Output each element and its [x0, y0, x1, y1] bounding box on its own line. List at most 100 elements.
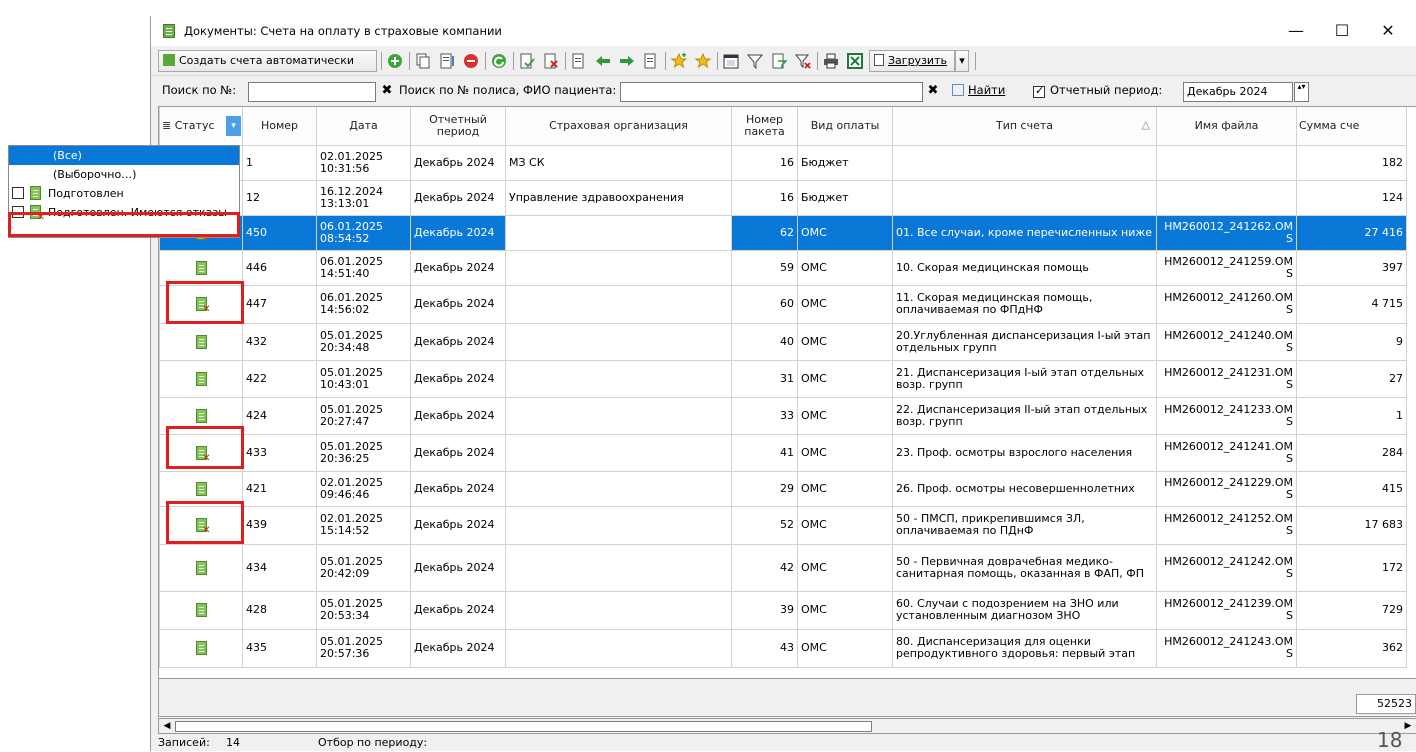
- period-cell: Декабрь 2024: [410, 249, 506, 286]
- column-date[interactable]: Дата: [316, 107, 411, 146]
- arrow-right-icon[interactable]: [619, 53, 635, 69]
- star-add-icon[interactable]: [671, 53, 687, 69]
- file-name-cell: HM260012_241260.OMS: [1156, 284, 1297, 324]
- print-icon[interactable]: [823, 53, 839, 69]
- star-icon[interactable]: [695, 53, 711, 69]
- refresh-icon[interactable]: [491, 53, 507, 69]
- horizontal-scrollbar[interactable]: ◀ ▶: [158, 718, 1416, 734]
- invoice-type-cell: 60. Случаи с подозрением на ЗНО или уста…: [892, 590, 1157, 630]
- maximize-button[interactable]: ☐: [1319, 20, 1365, 42]
- clear-number-search-icon[interactable]: ✖: [380, 83, 394, 99]
- status-cell: [159, 628, 243, 668]
- minimize-button[interactable]: —: [1273, 20, 1319, 42]
- column-number[interactable]: Номер: [242, 107, 317, 146]
- table-row[interactable]: 435 05.01.2025 20:57:36 Декабрь 2024 43 ОМС 8…: [159, 628, 1407, 668]
- table-row[interactable]: 446 06.01.2025 14:51:40 Декабрь 2024 59 ОМС 1…: [159, 249, 1407, 286]
- filter-option-all[interactable]: (Все): [9, 146, 239, 165]
- table-row[interactable]: ✕ 439 02.01.2025 15:14:52 Декабрь 2024 52 ОМС…: [159, 505, 1407, 545]
- approve-icon[interactable]: [519, 53, 535, 69]
- highlight-box: [166, 501, 244, 544]
- filter-checkbox-prepared[interactable]: [12, 187, 24, 199]
- doc-prepared-icon: [195, 260, 207, 275]
- column-file-name[interactable]: Имя файла: [1156, 107, 1297, 146]
- close-button[interactable]: ✕: [1365, 20, 1411, 42]
- auto-create-button[interactable]: Создать счета автоматически: [158, 50, 377, 72]
- filter-icon[interactable]: [747, 53, 763, 69]
- filter-edit-icon[interactable]: [771, 53, 787, 69]
- filter-clear-icon[interactable]: [795, 53, 811, 69]
- column-insurer[interactable]: Страховая организация: [505, 107, 732, 146]
- sum-cell: 397: [1296, 249, 1407, 286]
- table-row[interactable]: ✕ 433 05.01.2025 20:36:25 Декабрь 2024 41 ОМС…: [159, 433, 1407, 472]
- table-row[interactable]: 422 05.01.2025 10:43:01 Декабрь 2024 31 ОМС 2…: [159, 359, 1407, 398]
- excel-icon[interactable]: [847, 53, 863, 69]
- reject-icon[interactable]: [543, 53, 559, 69]
- table-row[interactable]: ✕ 447 06.01.2025 14:56:02 Декабрь 2024 60 ОМС…: [159, 284, 1407, 324]
- period-checkbox[interactable]: [1033, 84, 1045, 98]
- table-row[interactable]: 421 02.01.2025 09:46:46 Декабрь 2024 29 ОМС 2…: [159, 470, 1407, 507]
- number-search-input[interactable]: [248, 82, 376, 102]
- columns-icon[interactable]: ≣: [162, 119, 171, 132]
- column-invoice-type[interactable]: Тип счета △: [892, 107, 1157, 146]
- period-cell: Декабрь 2024: [410, 284, 506, 324]
- column-package[interactable]: Номер пакета: [731, 107, 798, 146]
- copy-icon[interactable]: [415, 53, 431, 69]
- table-row[interactable]: 424 05.01.2025 20:27:47 Декабрь 2024 33 ОМС 2…: [159, 396, 1407, 435]
- column-payment-type[interactable]: Вид оплаты: [797, 107, 893, 146]
- package-cell: 60: [731, 284, 798, 324]
- load-button[interactable]: Загрузить: [869, 50, 955, 72]
- delete-icon[interactable]: [463, 53, 479, 69]
- edit-icon[interactable]: [439, 53, 455, 69]
- invoice-type-cell: 50 - ПМСП, прикрепившимся ЗЛ, оплачиваем…: [892, 505, 1157, 545]
- clear-policy-search-icon[interactable]: ✖: [926, 83, 940, 99]
- calendar-icon[interactable]: [723, 53, 739, 69]
- table-row[interactable]: 1 02.01.2025 10:31:56 Декабрь 2024 МЗ СК 16 Б…: [159, 144, 1407, 181]
- sum-cell: 172: [1296, 543, 1407, 592]
- payment-type-cell: ОМС: [797, 284, 893, 324]
- invoice-type-cell: [892, 179, 1157, 216]
- column-status[interactable]: ≣ Статус ▾: [159, 107, 243, 146]
- sum-cell: 415: [1296, 470, 1407, 507]
- sum-cell: 17 683: [1296, 505, 1407, 545]
- payment-type-cell: ОМС: [797, 396, 893, 435]
- find-button[interactable]: Найти: [952, 83, 1005, 97]
- table-row[interactable]: 432 05.01.2025 20:34:48 Декабрь 2024 40 ОМС 2…: [159, 322, 1407, 361]
- period-spinner[interactable]: ▴▾: [1294, 82, 1309, 102]
- period-cell: Декабрь 2024: [410, 433, 506, 472]
- import-icon[interactable]: [643, 53, 659, 69]
- column-sum[interactable]: Сумма сче: [1296, 107, 1407, 146]
- file-name-cell: HM260012_241259.OMS: [1156, 249, 1297, 286]
- sum-cell: 284: [1296, 433, 1407, 472]
- add-icon[interactable]: [387, 53, 403, 69]
- date-cell: 06.01.2025 08:54:52: [316, 214, 411, 251]
- toolbar: Создать счета автоматически Загрузить ▾: [151, 46, 1416, 76]
- table-row[interactable]: ✕ 450 06.01.2025 08:54:52 Декабрь 2024 62 ОМС…: [159, 214, 1407, 251]
- invoice-type-cell: 80. Диспансеризация для оценки репродукт…: [892, 628, 1157, 668]
- invoice-type-cell: 26. Проф. осмотры несовершеннолетних: [892, 470, 1157, 507]
- date-cell: 05.01.2025 20:27:47: [316, 396, 411, 435]
- period-field[interactable]: Декабрь 2024: [1183, 82, 1293, 102]
- table-row[interactable]: 428 05.01.2025 20:53:34 Декабрь 2024 39 ОМС 6…: [159, 590, 1407, 630]
- policy-search-input[interactable]: [620, 82, 923, 102]
- sum-cell: 1: [1296, 396, 1407, 435]
- filter-option-custom[interactable]: (Выборочно…): [9, 165, 239, 184]
- insurer-cell: [505, 249, 732, 286]
- arrow-left-icon[interactable]: [595, 53, 611, 69]
- filter-option-prepared[interactable]: Подготовлен: [9, 184, 239, 203]
- status-filter-button[interactable]: ▾: [226, 116, 241, 136]
- load-dropdown-button[interactable]: ▾: [955, 50, 969, 72]
- table-row[interactable]: 12 16.12.2024 13:13:01 Декабрь 2024 Управле…: [159, 179, 1407, 216]
- number-cell: 450: [242, 214, 317, 251]
- file-name-cell: HM260012_241239.OMS: [1156, 590, 1297, 630]
- number-search-label: Поиск по №:: [162, 83, 237, 97]
- number-cell: 433: [242, 433, 317, 472]
- period-cell: Декабрь 2024: [410, 543, 506, 592]
- export-icon[interactable]: [571, 53, 587, 69]
- scroll-left-icon[interactable]: ◀: [159, 719, 175, 733]
- page-number: 18: [1377, 728, 1403, 752]
- table-row[interactable]: 434 05.01.2025 20:42:09 Декабрь 2024 42 ОМС 5…: [159, 543, 1407, 592]
- column-period[interactable]: Отчетный период: [410, 107, 506, 146]
- scroll-thumb[interactable]: [175, 721, 872, 732]
- records-count: 14: [226, 736, 240, 749]
- doc-prepared-icon: [195, 371, 207, 386]
